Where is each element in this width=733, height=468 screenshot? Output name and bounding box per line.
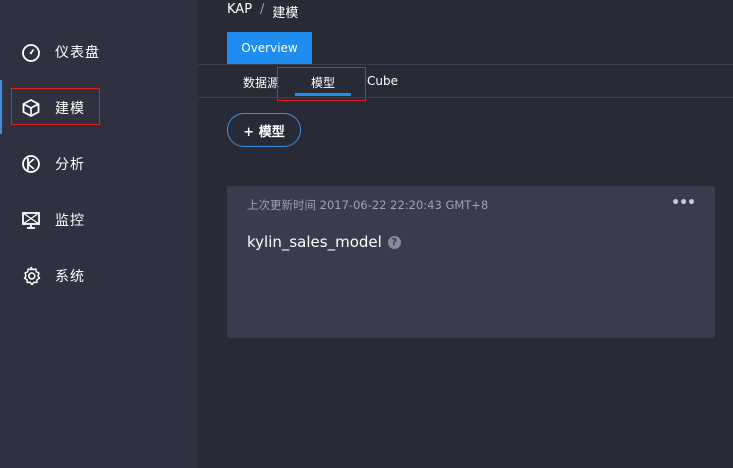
dashboard-icon <box>20 41 42 63</box>
sidebar-highlight-box <box>11 88 100 125</box>
sidebar-item-label: 监控 <box>55 213 85 229</box>
breadcrumb-separator: / <box>260 2 265 17</box>
sidebar-item-label: 仪表盘 <box>55 45 100 61</box>
subtab-cube[interactable]: Cube <box>367 74 398 88</box>
breadcrumb: KAP / 建模 <box>227 2 298 21</box>
more-options-icon[interactable]: ••• <box>671 195 696 211</box>
model-name-row: kylin_sales_model ? <box>247 233 401 251</box>
analysis-icon <box>20 153 42 175</box>
sidebar-item-monitor[interactable]: 监控 <box>0 199 198 239</box>
monitor-icon <box>20 209 42 231</box>
subtab-datasource[interactable]: 数据源 <box>243 74 279 91</box>
sidebar-item-label: 系统 <box>55 269 85 285</box>
sidebar-item-label: 分析 <box>55 157 85 173</box>
subtab-highlight-box <box>277 67 366 101</box>
breadcrumb-current: 建模 <box>272 6 299 21</box>
model-name[interactable]: kylin_sales_model <box>247 233 382 251</box>
breadcrumb-root[interactable]: KAP <box>227 2 252 21</box>
model-card[interactable]: 上次更新时间 2017-06-22 22:20:43 GMT+8 ••• kyl… <box>227 186 715 338</box>
last-updated-text: 上次更新时间 2017-06-22 22:20:43 GMT+8 <box>247 198 489 212</box>
tab-overview[interactable]: Overview <box>227 32 312 64</box>
divider <box>198 97 733 98</box>
sidebar-item-analysis[interactable]: 分析 <box>0 143 198 183</box>
sidebar: 仪表盘 建模 分析 监控 系统 <box>0 0 198 468</box>
sidebar-item-system[interactable]: 系统 <box>0 255 198 295</box>
sidebar-item-dashboard[interactable]: 仪表盘 <box>0 31 198 71</box>
main-content: KAP / 建模 Overview 数据源 模型 Cube + 模型 上次更新时… <box>198 0 733 468</box>
add-model-button[interactable]: + 模型 <box>227 113 301 147</box>
help-icon[interactable]: ? <box>387 235 401 249</box>
divider <box>198 64 733 65</box>
gear-icon <box>20 265 42 287</box>
